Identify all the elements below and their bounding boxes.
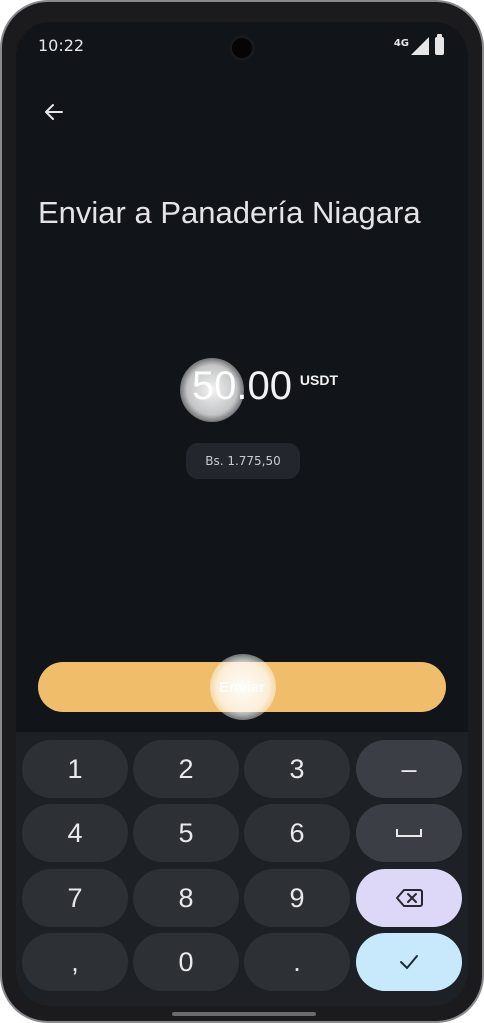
screen: 10:22 4G Enviar a Panadería Niagara 50.0… (16, 22, 468, 1006)
key-backspace[interactable] (356, 869, 462, 927)
device-frame: 10:22 4G Enviar a Panadería Niagara 50.0… (0, 0, 484, 1023)
key-9[interactable]: 9 (244, 869, 350, 927)
key-5[interactable]: 5 (133, 804, 239, 862)
signal-icon (411, 37, 429, 55)
key-1[interactable]: 1 (22, 740, 128, 798)
key-comma[interactable]: , (22, 933, 128, 991)
key-6[interactable]: 6 (244, 804, 350, 862)
key-space[interactable] (356, 804, 462, 862)
arrow-left-icon (45, 104, 63, 120)
status-time: 10:22 (38, 36, 85, 55)
touch-indicator (210, 654, 276, 720)
touch-indicator (180, 358, 244, 422)
page-title: Enviar a Panadería Niagara (38, 195, 421, 230)
space-icon (396, 829, 422, 837)
fiat-equivalent-chip: Bs. 1.775,50 (186, 443, 300, 479)
key-period[interactable]: . (244, 933, 350, 991)
status-icons: 4G (393, 34, 444, 55)
checkmark-icon (400, 955, 418, 969)
key-minus[interactable]: – (356, 740, 462, 798)
key-7[interactable]: 7 (22, 869, 128, 927)
network-type: 4G (393, 37, 409, 49)
numeric-keyboard: 1 2 3 – 4 5 6 7 8 9 , 0 . (16, 732, 468, 1006)
key-2[interactable]: 2 (133, 740, 239, 798)
battery-icon (435, 34, 444, 55)
key-0[interactable]: 0 (133, 933, 239, 991)
back-button[interactable] (36, 94, 72, 130)
key-4[interactable]: 4 (22, 804, 128, 862)
home-indicator (172, 1012, 316, 1016)
currency-label: USDT (299, 372, 339, 388)
key-done[interactable] (356, 933, 462, 991)
key-3[interactable]: 3 (244, 740, 350, 798)
camera-cutout (229, 35, 255, 61)
key-8[interactable]: 8 (133, 869, 239, 927)
backspace-icon (395, 888, 423, 908)
